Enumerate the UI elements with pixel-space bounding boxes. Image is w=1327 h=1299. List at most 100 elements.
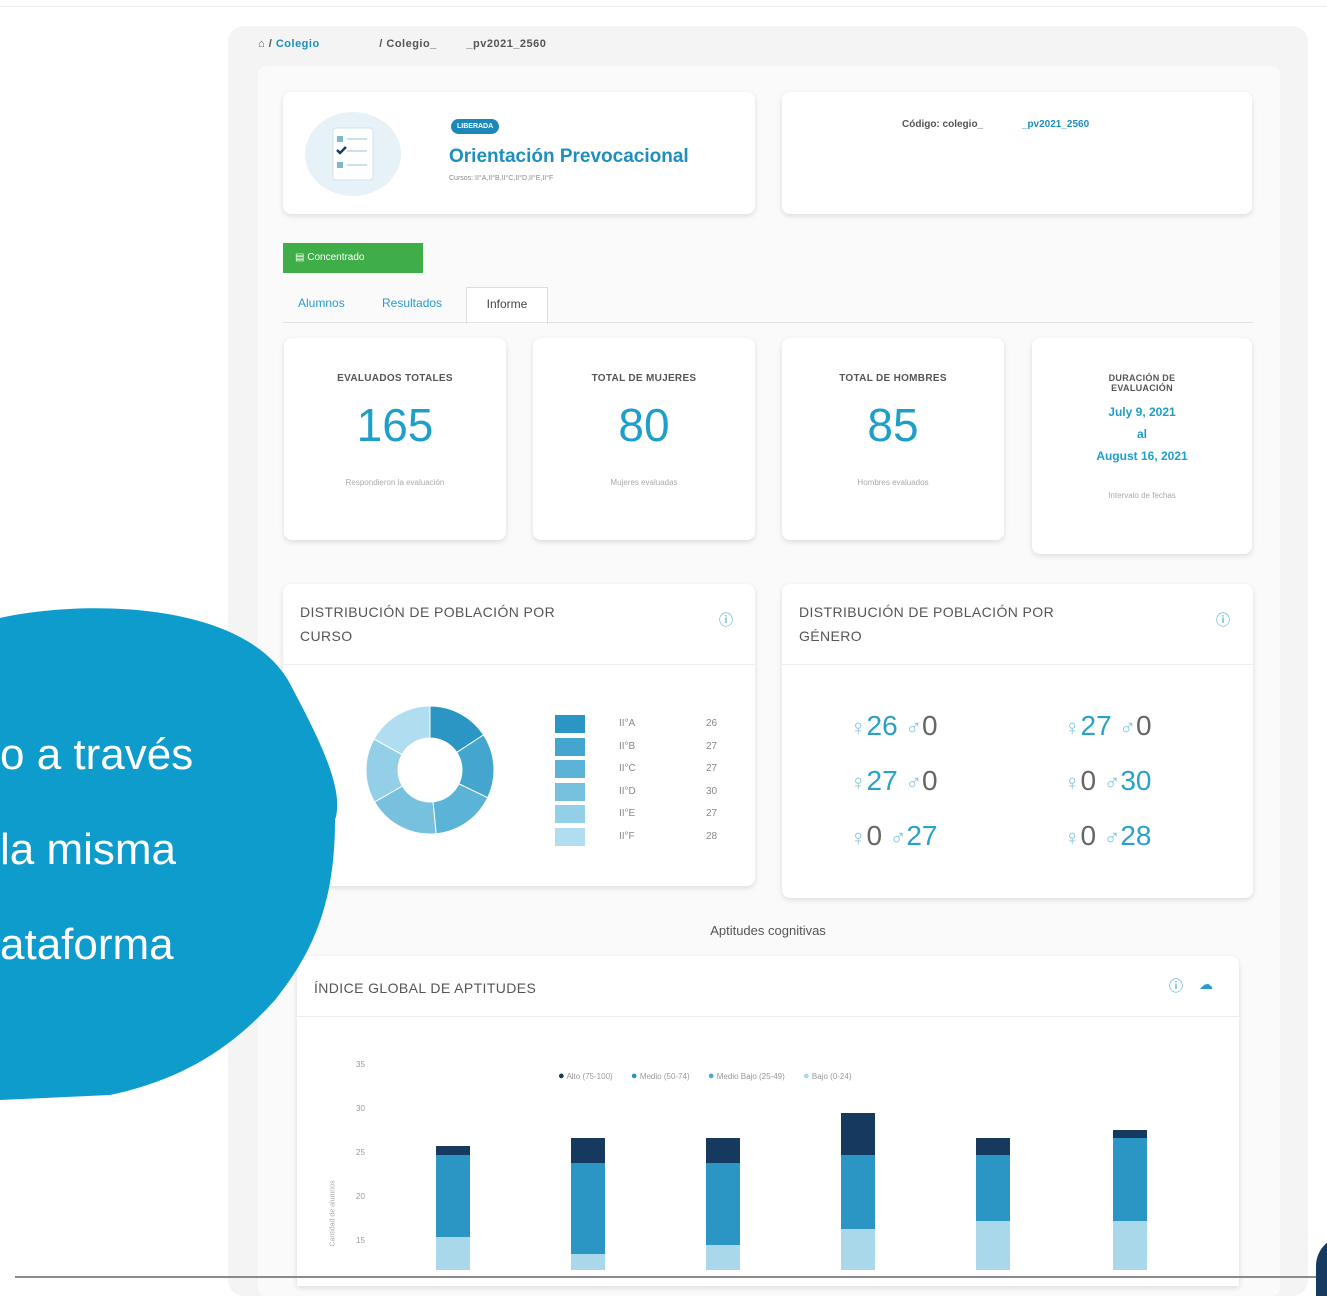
female-count: 0 [1080,765,1097,796]
male-count: 0 [921,710,938,741]
bar-segment [1113,1138,1147,1221]
bar-segment [841,1154,875,1229]
bar-segment [1113,1220,1147,1270]
legend-label: II°B [619,741,636,752]
legend-value: 30 [706,786,718,797]
legend-swatch [555,828,585,846]
breadcrumb-colegio[interactable]: Colegio [276,38,320,50]
info-icon[interactable]: ⓘ [1216,610,1230,630]
legend-dot: ● [707,1070,715,1082]
bar-segment [841,1228,875,1270]
legend-dot: ● [803,1070,810,1082]
y-axis-label: Cantidad de alumnos [329,1180,337,1247]
info-icon[interactable]: ⓘ [719,610,733,630]
status-badge: LIBERADA [451,119,500,134]
stat-value: 85 [867,399,919,451]
breadcrumb-evaluation: _pv2021_2560 [466,38,547,50]
legend-value: 28 [706,831,718,842]
gender-row: ♀0 ♂30 [1064,765,1152,797]
chart-legend: ● Alto (75-100) ● Medio (50-74) ● Medio … [558,1070,852,1082]
bar-segment [706,1245,740,1270]
bar-segment [706,1138,740,1163]
stat-label: DURACIÓN DE [1108,373,1176,383]
stat-card-total: EVALUADOS TOTALES 165 Respondieron la ev… [284,338,506,540]
y-tick-label: 20 [356,1192,365,1201]
breadcrumb: ⌂ / Colegio / Colegio_ _pv2021_2560 [258,38,546,50]
gender-row: ♀0 ♂27 [850,820,938,852]
card-title: GÉNERO [799,628,863,644]
stat-card-duration: DURACIÓN DE EVALUACIÓN July 9, 2021 al A… [1032,338,1252,554]
male-count: 27 [906,820,938,851]
male-icon: ♂ [905,770,922,795]
bar-segment [976,1138,1010,1155]
legend-label: Alto (75-100) [566,1072,613,1081]
code-label: Código: colegio_ [902,119,984,130]
female-icon: ♀ [850,825,867,850]
y-tick-label: 15 [356,1236,365,1245]
bar-segment [571,1253,605,1270]
count-pill-pending: 1 [1061,155,1072,175]
legend-swatch [555,805,585,823]
courses-list: Cursos: II°A,II°B,II°C,II°D,II°E,II°F [449,175,554,182]
stat-footnote: Mujeres evaluadas [610,478,678,487]
legend-value: 27 [706,808,718,819]
overlay-text-line: ataforma [0,920,174,969]
male-icon: ♂ [1103,770,1121,795]
legend-label: II°E [619,808,636,819]
stat-value: 165 [356,399,434,451]
stat-footnote: Hombres evaluados [857,478,929,487]
gender-row: ♀27 ♂0 [850,765,938,797]
cloud-download-icon[interactable]: ☁ [1199,976,1213,993]
female-icon: ♀ [1064,770,1081,795]
legend-value: 27 [706,741,718,752]
page-title: Orientación Prevocacional [449,146,689,167]
legend-swatch [555,738,585,756]
tab-alumnos[interactable]: Alumnos [298,296,345,310]
end-date: August 16, 2021 [1096,449,1188,463]
course-donut-chart [365,705,495,835]
female-count: 27 [1080,710,1112,741]
male-count: 0 [1135,710,1152,741]
breadcrumb-colegio-sub[interactable]: Colegio_ [386,38,436,50]
female-count: 0 [1080,820,1097,851]
bar-segment [571,1162,605,1254]
legend-label: II°A [619,718,636,729]
stat-footnote: Intervalo de fechas [1108,491,1176,500]
male-icon: ♂ [1119,715,1136,740]
bar-segment [976,1220,1010,1270]
female-icon: ♀ [1064,715,1081,740]
evaluation-header-card: LIBERADA Orientación Prevocacional Curso… [283,92,755,214]
legend-swatch [555,760,585,778]
course-distribution-card: DISTRIBUCIÓN DE POBLACIÓN POR CURSO ⓘ [283,584,755,886]
tab-resultados[interactable]: Resultados [382,296,442,310]
document-icon: ▤ [295,252,308,263]
bar-segment [976,1154,1010,1221]
count-pill-errors: 5 [1107,155,1118,175]
stat-footnote: Respondieron la evaluación [345,478,445,487]
legend-value: 27 [706,763,718,774]
legend-label: Medio Bajo (25-49) [716,1072,785,1081]
count-pill-completed: 165 [989,155,1021,175]
bar-segment [436,1146,470,1155]
stat-label: TOTAL DE HOMBRES [839,373,947,384]
bar-segment [841,1113,875,1155]
count-pill-total: 166 [920,155,952,175]
female-count: 27 [866,765,898,796]
home-icon[interactable]: ⌂ [258,38,265,50]
date-connector: al [1136,427,1147,441]
overlay-text-line: o a través [0,730,194,779]
legend-label: II°C [619,763,636,774]
bar-segment [571,1138,605,1163]
tab-informe[interactable]: Informe [466,287,548,324]
legend-dot: ● [630,1070,638,1082]
male-count: 0 [921,765,938,796]
code-value: _pv2021_2560 [1021,119,1090,130]
info-icon[interactable]: ⓘ [1169,976,1183,996]
male-count: 28 [1120,820,1152,851]
male-icon: ♂ [905,715,922,740]
concentrado-button[interactable]: ▤ Concentrado [283,243,423,273]
gender-row: ♀26 ♂0 [850,710,938,742]
card-title: DISTRIBUCIÓN DE POBLACIÓN POR [799,604,1055,620]
overlay-text-line: la misma [0,825,177,874]
concentrado-label: Concentrado [307,252,365,263]
